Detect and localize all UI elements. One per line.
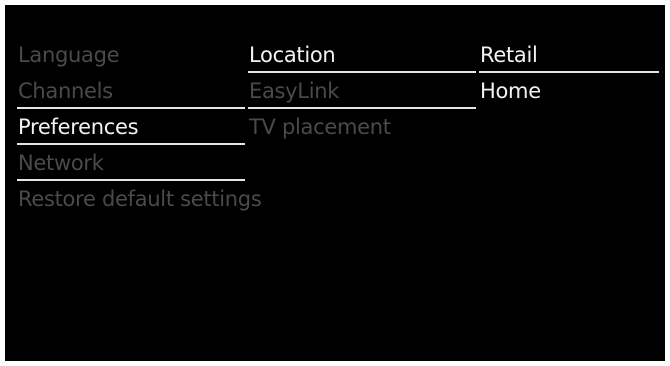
menu-item-preferences[interactable]: Preferences xyxy=(17,109,245,145)
submenu-item-location[interactable]: Location xyxy=(248,37,476,73)
menu-item-channels[interactable]: Channels xyxy=(17,73,245,109)
submenu-item-easylink[interactable]: EasyLink xyxy=(248,73,476,109)
location-options-column: Retail Home xyxy=(479,37,659,109)
tv-menu-screen: Language Channels Preferences Network Re… xyxy=(5,5,665,361)
menu-item-restore-default-settings[interactable]: Restore default settings xyxy=(17,181,262,217)
main-menu-column: Language Channels Preferences Network Re… xyxy=(17,37,262,217)
submenu-item-tv-placement[interactable]: TV placement xyxy=(248,109,476,145)
menu-item-language[interactable]: Language xyxy=(17,37,245,73)
preferences-submenu-column: Location EasyLink TV placement xyxy=(248,37,476,145)
menu-item-network[interactable]: Network xyxy=(17,145,245,181)
option-home[interactable]: Home xyxy=(479,73,659,109)
option-retail[interactable]: Retail xyxy=(479,37,659,73)
